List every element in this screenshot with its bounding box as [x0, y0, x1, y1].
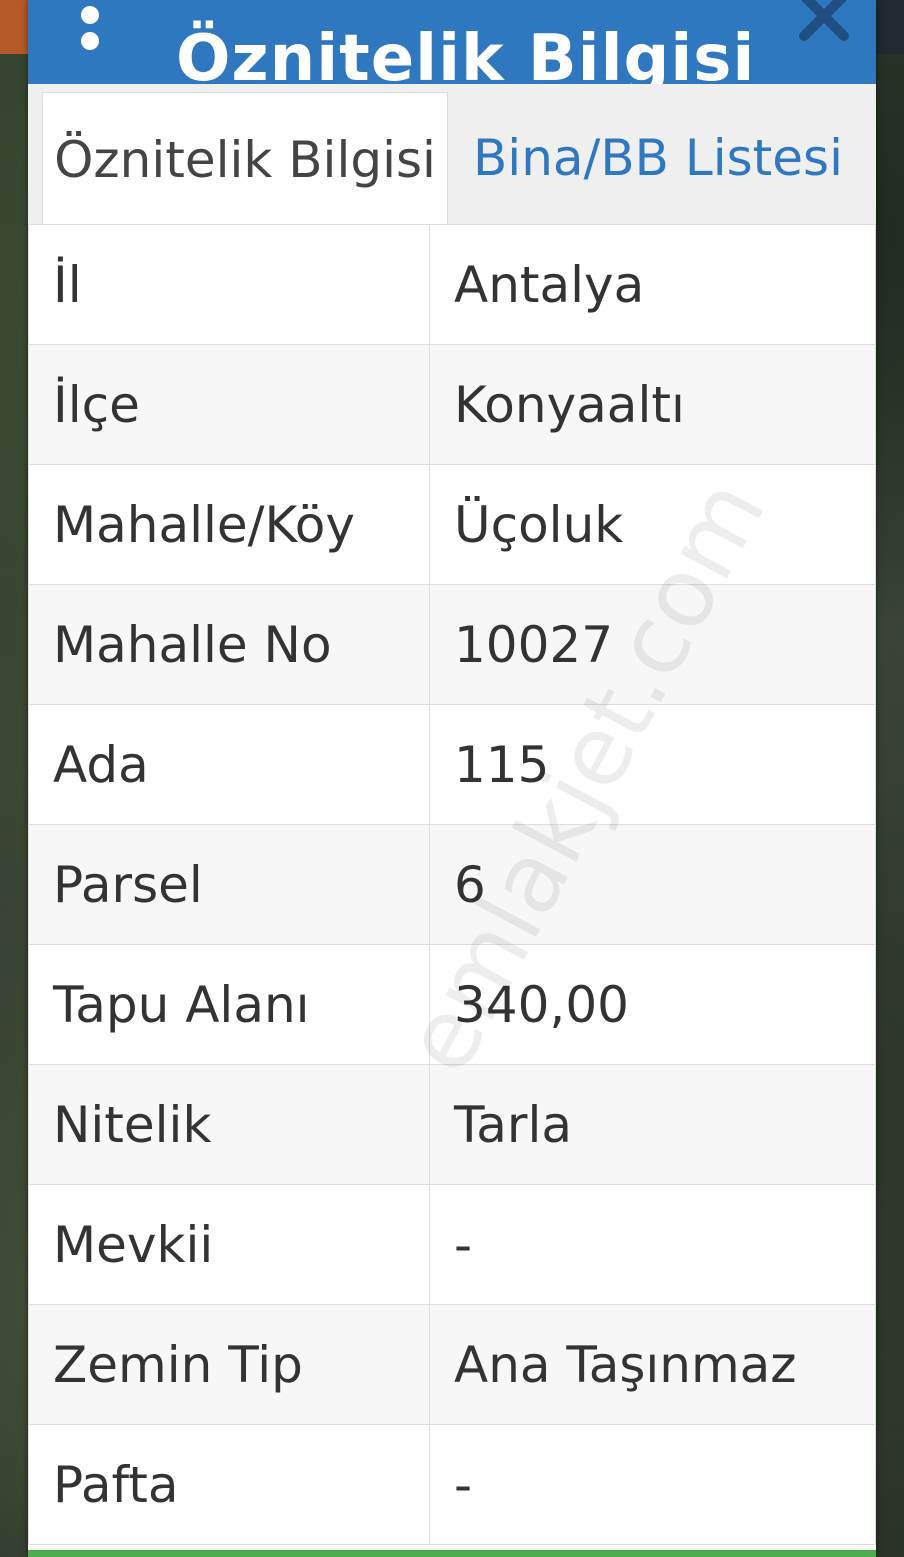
table-row: Mahalle/Köy Üçoluk [28, 464, 876, 585]
attribute-dialog: Öznitelik Bilgisi Öznitelik Bilgisi Bina… [28, 0, 876, 1557]
attribute-key: Pafta [28, 1424, 430, 1545]
attribute-value: Konyaaltı [429, 344, 876, 465]
dialog-title: Öznitelik Bilgisi [176, 22, 756, 84]
attribute-value: 6 [429, 824, 876, 945]
attribute-value: - [429, 1424, 876, 1545]
close-icon[interactable] [794, 0, 854, 46]
footer-bar [28, 1550, 876, 1557]
table-row: İlçe Konyaaltı [28, 344, 876, 465]
table-row: Parsel 6 [28, 824, 876, 945]
attribute-value: Ana Taşınmaz [429, 1304, 876, 1425]
attribute-key: İl [28, 224, 430, 345]
dot [81, 6, 99, 24]
attribute-key: Tapu Alanı [28, 944, 430, 1065]
dialog-titlebar: Öznitelik Bilgisi [28, 0, 876, 84]
attribute-value: 340,00 [429, 944, 876, 1065]
table-row: Pafta - [28, 1424, 876, 1545]
attribute-key: Parsel [28, 824, 430, 945]
vertical-dots-icon[interactable] [78, 6, 102, 54]
attribute-value: Tarla [429, 1064, 876, 1185]
attribute-table: İl Antalya İlçe Konyaaltı Mahalle/Köy Üçoluk M… [28, 224, 876, 1545]
table-row: Mahalle No 10027 [28, 584, 876, 705]
attribute-value: Antalya [429, 224, 876, 345]
attribute-value: - [429, 1184, 876, 1305]
map-edge-right [876, 0, 904, 54]
attribute-key: Ada [28, 704, 430, 825]
attribute-key: Mevkii [28, 1184, 430, 1305]
attribute-value: 115 [429, 704, 876, 825]
tab-building-list[interactable]: Bina/BB Listesi [448, 92, 868, 224]
attribute-key: Nitelik [28, 1064, 430, 1185]
tab-bar: Öznitelik Bilgisi Bina/BB Listesi [28, 84, 876, 226]
table-row: Nitelik Tarla [28, 1064, 876, 1185]
attribute-key: Zemin Tip [28, 1304, 430, 1425]
table-row: Zemin Tip Ana Taşınmaz [28, 1304, 876, 1425]
attribute-key: Mahalle No [28, 584, 430, 705]
table-row: Tapu Alanı 340,00 [28, 944, 876, 1065]
table-row: İl Antalya [28, 224, 876, 345]
attribute-value: 10027 [429, 584, 876, 705]
dot [81, 32, 99, 50]
attribute-key: Mahalle/Köy [28, 464, 430, 585]
table-row: Mevkii - [28, 1184, 876, 1305]
tab-attribute-info[interactable]: Öznitelik Bilgisi [42, 92, 448, 226]
attribute-key: İlçe [28, 344, 430, 465]
table-row: Ada 115 [28, 704, 876, 825]
attribute-value: Üçoluk [429, 464, 876, 585]
map-edge-left [0, 0, 28, 54]
